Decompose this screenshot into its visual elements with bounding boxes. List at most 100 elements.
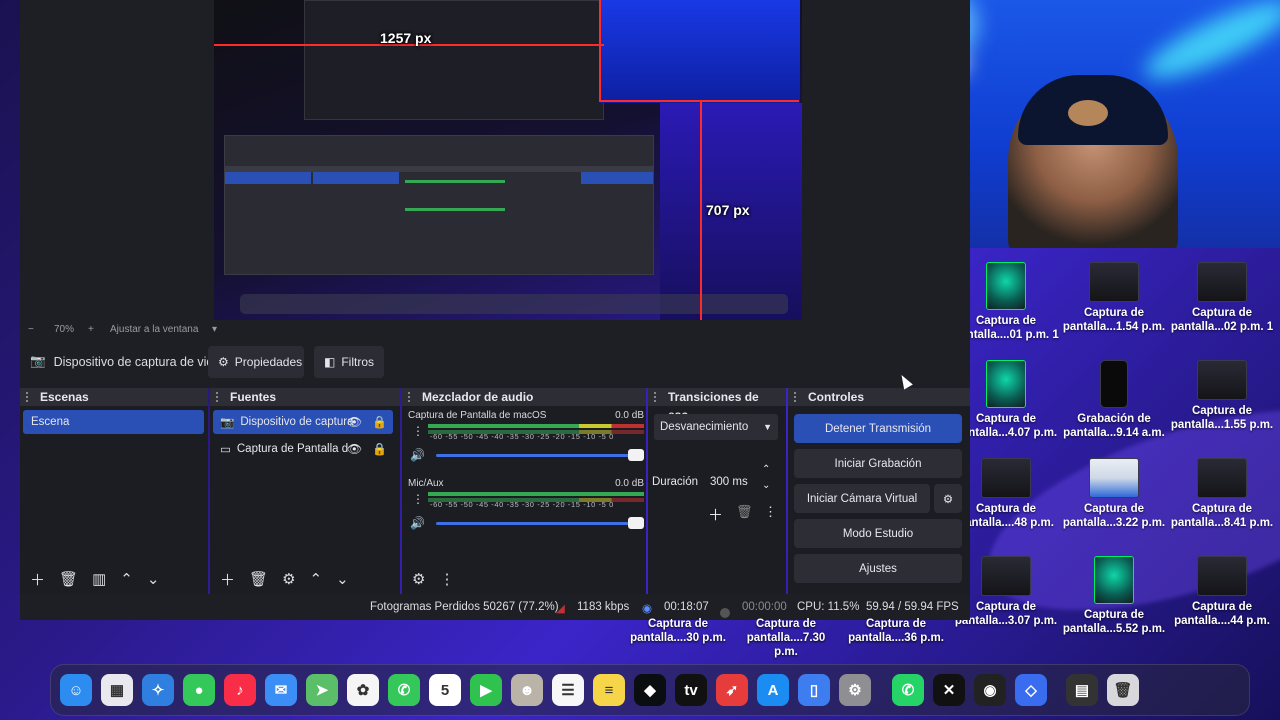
desktop-file-icon[interactable]: Captura de pantalla...1.54 p.m. <box>1060 262 1168 334</box>
stop-streaming-button[interactable]: Detener Transmisión <box>794 414 962 443</box>
files-icon[interactable]: ▯ <box>798 674 830 706</box>
transition-select[interactable]: Desvanecimiento ▼ <box>654 414 778 440</box>
messages-icon[interactable]: ● <box>183 674 215 706</box>
delete-source-icon[interactable]: 🗑 <box>249 570 268 588</box>
desktop-file-icon[interactable]: Captura de pantalla...3.22 p.m. <box>1060 458 1168 530</box>
capcut-icon[interactable]: ✕ <box>933 674 965 706</box>
visibility-eye-icon[interactable]: 👁 <box>347 442 362 456</box>
zoom-out-button[interactable]: − <box>28 324 34 335</box>
safari-icon[interactable]: ✧ <box>142 674 174 706</box>
obs-preview: 1257 px 707 px <box>20 0 970 322</box>
delete-scene-icon[interactable]: 🗑 <box>59 570 78 588</box>
cap-logo <box>1068 100 1108 126</box>
add-source-icon[interactable]: ＋ <box>220 569 235 590</box>
desktop-file-icon[interactable]: Grabación de pantalla...9.14 a.m. <box>1060 360 1168 440</box>
move-down-icon[interactable]: ⌄ <box>336 570 349 588</box>
desktop-file-icon[interactable]: Captura de pantalla...5.52 p.m. <box>1060 556 1168 636</box>
scene-item[interactable]: Escena <box>23 410 204 434</box>
desktop-file-icon[interactable]: Captura de pantalla...1.55 p.m. <box>1168 360 1276 432</box>
file-name-line2: pantalla...5.52 p.m. <box>1062 623 1166 635</box>
transitions-title: Transiciones de esc... <box>648 388 786 422</box>
notes-icon[interactable]: ≡ <box>593 674 625 706</box>
properties-button[interactable]: ⚙ Propiedades <box>208 346 304 378</box>
filters-button[interactable]: ◧ Filtros <box>314 346 384 378</box>
visibility-eye-icon[interactable]: 👁 <box>347 415 362 429</box>
file-thumbnail <box>1094 556 1134 604</box>
studio-mode-button[interactable]: Modo Estudio <box>794 519 962 548</box>
advanced-audio-icon[interactable]: ⚙ <box>412 570 425 588</box>
delete-transition-icon[interactable]: 🗑 <box>736 504 753 520</box>
capcut-icon-glyph: ✕ <box>942 682 956 699</box>
reminders-icon[interactable]: ☰ <box>552 674 584 706</box>
binance-icon[interactable]: ◆ <box>634 674 666 706</box>
start-recording-button[interactable]: Iniciar Grabación <box>794 449 962 478</box>
settings-icon[interactable]: ⚙ <box>839 674 871 706</box>
rocket-icon[interactable]: ➶ <box>716 674 748 706</box>
source-settings-icon[interactable]: ⚙ <box>282 570 295 588</box>
camera-icon: 📷 <box>220 417 235 429</box>
file-thumbnail <box>981 556 1031 596</box>
volume-slider[interactable] <box>436 517 644 529</box>
channel-menu-icon[interactable]: ⋮ <box>412 424 424 438</box>
file-thumbnail <box>1100 360 1128 408</box>
reminders-icon-glyph: ☰ <box>561 682 575 699</box>
phone-icon-glyph: ✆ <box>397 682 411 699</box>
appstore-icon[interactable]: A <box>757 674 789 706</box>
desktop-file-icon[interactable]: Captura de pantalla....44 p.m. <box>1168 556 1276 628</box>
add-scene-icon[interactable]: ＋ <box>30 569 45 590</box>
start-virtual-camera-button[interactable]: Iniciar Cámara Virtual <box>794 484 930 513</box>
nested-obs-window <box>304 0 604 120</box>
transition-menu-icon[interactable]: ⋮ <box>764 504 777 520</box>
mixer-title: Mezclador de audio <box>402 388 646 406</box>
file-name-line2: pantalla...1.54 p.m. <box>1062 321 1166 333</box>
source-item-screen[interactable]: ▭ Captura de Pantalla d 👁 🔒 <box>213 437 393 461</box>
desktop-label: Captura de pantalla....7.30 p.m. <box>736 617 836 659</box>
trash-icon[interactable]: 🗑 <box>1107 674 1139 706</box>
source-item-camera[interactable]: 📷 Dispositivo de captura 👁 🔒 <box>213 410 393 434</box>
duration-up-icon[interactable]: ⌃ <box>762 464 770 475</box>
virtual-camera-settings-button[interactable]: ⚙ <box>934 484 962 513</box>
whatsapp-icon[interactable]: ✆ <box>892 674 924 706</box>
move-up-icon[interactable]: ⌃ <box>120 570 133 588</box>
launchpad-icon[interactable]: ▦ <box>101 674 133 706</box>
lock-icon[interactable]: 🔒 <box>372 442 387 456</box>
stack-icon[interactable]: ▤ <box>1066 674 1098 706</box>
gear-icon: ⚙ <box>218 355 229 369</box>
photos-icon-glyph: ✿ <box>356 682 370 699</box>
facetime-icon[interactable]: ▶ <box>470 674 502 706</box>
mixer-channel-desktop: Captura de Pantalla de macOS 0.0 dB ⋮ -6… <box>408 410 644 472</box>
channel-menu-icon[interactable]: ⋮ <box>412 492 424 506</box>
speaker-icon[interactable]: 🔊 <box>410 516 425 530</box>
photos-icon[interactable]: ✿ <box>347 674 379 706</box>
move-down-icon[interactable]: ⌄ <box>147 570 160 588</box>
volume-slider[interactable] <box>436 449 644 461</box>
calendar-icon[interactable]: 5 <box>429 674 461 706</box>
scene-filter-icon[interactable]: ▥ <box>92 570 106 588</box>
zoom-in-button[interactable]: + <box>88 324 94 335</box>
fit-window-label[interactable]: Ajustar a la ventana <box>110 324 198 335</box>
file-name-line2: pantalla...9.14 a.m. <box>1063 427 1165 439</box>
contacts-icon-glyph: ☻ <box>519 681 535 699</box>
add-transition-icon[interactable]: ＋ <box>708 504 723 525</box>
roblox-icon[interactable]: ◇ <box>1015 674 1047 706</box>
finder-icon[interactable]: ☺ <box>60 674 92 706</box>
settings-button[interactable]: Ajustes <box>794 554 962 583</box>
duration-input[interactable]: 300 ms <box>710 476 748 488</box>
phone-icon[interactable]: ✆ <box>388 674 420 706</box>
mixer-menu-icon[interactable]: ⋮ <box>439 570 454 588</box>
mail-icon[interactable]: ✉ <box>265 674 297 706</box>
desktop-file-icon[interactable]: Captura de pantalla...8.41 p.m. <box>1168 458 1276 530</box>
desktop-file-icon[interactable]: Captura de pantalla...02 p.m. 1 <box>1168 262 1276 334</box>
appletv-icon[interactable]: tv <box>675 674 707 706</box>
speaker-icon[interactable]: 🔊 <box>410 448 425 462</box>
fit-dropdown-icon[interactable]: ▾ <box>212 324 217 335</box>
obs-icon[interactable]: ◉ <box>974 674 1006 706</box>
contacts-icon[interactable]: ☻ <box>511 674 543 706</box>
maps-icon[interactable]: ➤ <box>306 674 338 706</box>
music-icon[interactable]: ♪ <box>224 674 256 706</box>
move-up-icon[interactable]: ⌃ <box>310 570 323 588</box>
binance-icon-glyph: ◆ <box>644 682 656 699</box>
lock-icon[interactable]: 🔒 <box>372 415 387 429</box>
file-name-line2: pantalla....44 p.m. <box>1174 615 1270 627</box>
duration-down-icon[interactable]: ⌄ <box>762 480 770 491</box>
